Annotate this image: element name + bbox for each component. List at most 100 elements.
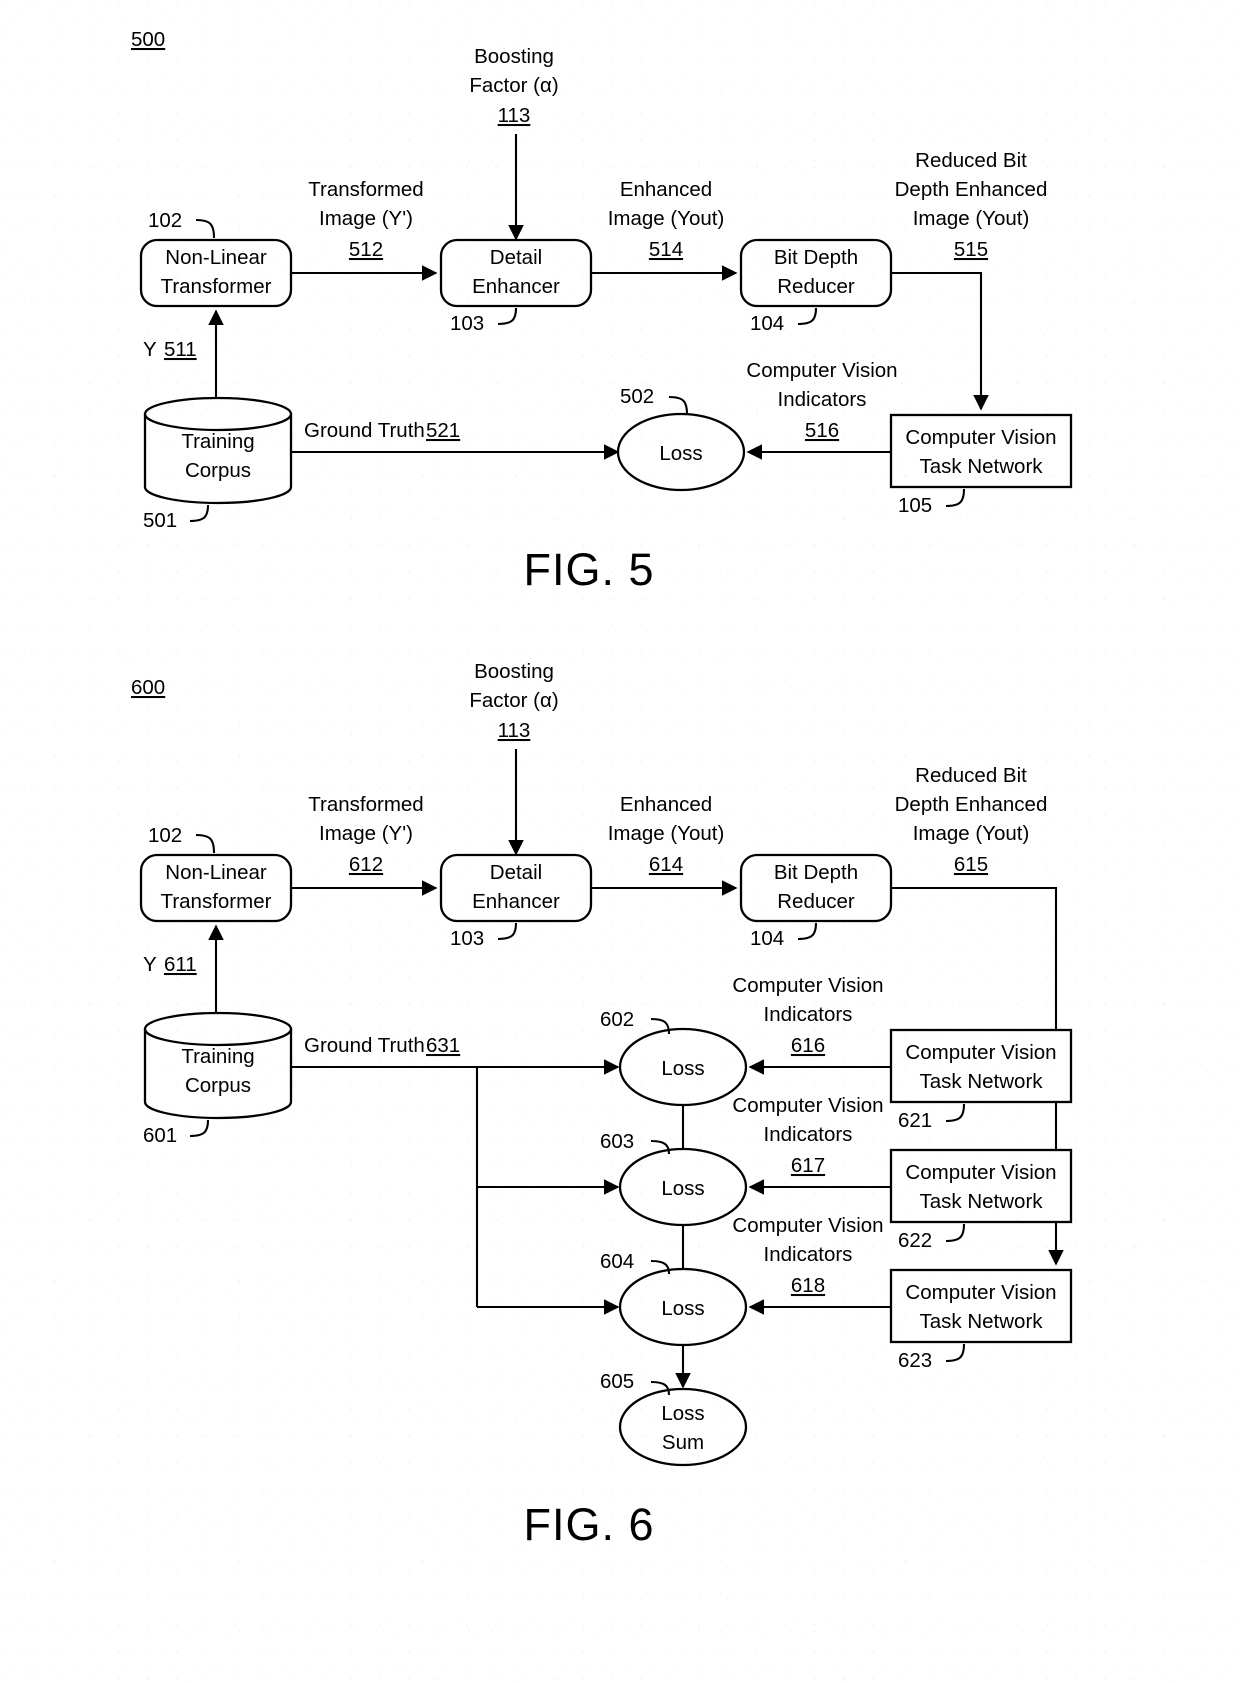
training-corpus-label-line1-fig6: Training <box>181 1045 254 1068</box>
detail-enhancer-ref-fig6: 103 <box>450 927 484 950</box>
loss-sum-label-line1-fig6: Loss <box>661 1402 704 1425</box>
boosting-factor-label-line2: Factor (α) <box>469 74 558 97</box>
detail-enhancer-label-line2: Enhancer <box>472 275 560 298</box>
cv-indicators-ref: 516 <box>805 419 839 442</box>
boosting-factor-label-line1: Boosting <box>474 45 554 68</box>
transformed-image-ref-fig6: 612 <box>349 853 383 876</box>
training-corpus-label-line1: Training <box>181 430 254 453</box>
detail-enhancer-label-line1-fig6: Detail <box>490 861 542 884</box>
transformed-image-ref: 512 <box>349 238 383 261</box>
loss-node-1-ref-fig6: 602 <box>600 1008 634 1031</box>
cv-task-network-3-label-line2-fig6: Task Network <box>919 1310 1043 1333</box>
loss-sum-ref-fig6: 605 <box>600 1370 634 1393</box>
loss-sum-label-line2-fig6: Sum <box>662 1431 704 1454</box>
ground-truth-ref-fig6: 631 <box>426 1034 460 1057</box>
reduced-bit-depth-label-line3-fig6: Image (Yout) <box>913 822 1030 845</box>
loss-node-leader <box>668 395 689 415</box>
boosting-factor-label-line2-fig6: Factor (α) <box>469 689 558 712</box>
enhanced-image-ref: 514 <box>649 238 683 261</box>
figure-500-ref: 500 <box>131 28 165 51</box>
boosting-factor-label-line1-fig6: Boosting <box>474 660 554 683</box>
cv-indicators-3-ref-fig6: 618 <box>791 1274 825 1297</box>
ground-truth-ref: 521 <box>426 419 460 442</box>
transformed-image-label-line1-fig6: Transformed <box>308 793 423 816</box>
cv-task-network-label-line1: Computer Vision <box>905 426 1056 449</box>
loss-node-label: Loss <box>659 442 702 465</box>
detail-enhancer-leader-fig6 <box>497 922 518 941</box>
cv-task-network-2-label-line2-fig6: Task Network <box>919 1190 1043 1213</box>
detail-enhancer-label-line1: Detail <box>490 246 542 269</box>
nonlinear-transformer-leader <box>195 218 216 239</box>
transformed-image-label-line2-fig6: Image (Y') <box>319 822 413 845</box>
cv-indicators-3-label-line1-fig6: Computer Vision <box>732 1214 883 1237</box>
enhanced-image-ref-fig6: 614 <box>649 853 683 876</box>
figure-500: 500 Boosting Factor (α) 113 Non-Linear T… <box>131 28 1073 595</box>
detail-enhancer-ref: 103 <box>450 312 484 335</box>
training-corpus-label-line2: Corpus <box>185 459 251 482</box>
loss-node-2-label-fig6: Loss <box>661 1177 704 1200</box>
cv-task-network-1-ref-fig6: 621 <box>898 1109 932 1132</box>
loss-node-3-ref-fig6: 604 <box>600 1250 634 1273</box>
boosting-factor-ref: 113 <box>498 104 531 127</box>
cv-indicators-1-ref-fig6: 616 <box>791 1034 825 1057</box>
cv-task-network-3-ref-fig6: 623 <box>898 1349 932 1372</box>
cv-task-network-label-line2: Task Network <box>919 455 1043 478</box>
cv-task-network-1-label-line2-fig6: Task Network <box>919 1070 1043 1093</box>
cv-task-network-2-label-line1-fig6: Computer Vision <box>905 1161 1056 1184</box>
y-signal-label: Y <box>143 338 157 361</box>
cv-task-network-leader <box>945 488 966 508</box>
nonlinear-transformer-label-line2: Transformer <box>161 275 272 298</box>
loss-node-2-ref-fig6: 603 <box>600 1130 634 1153</box>
enhanced-image-label-line2-fig6: Image (Yout) <box>608 822 725 845</box>
cv-indicators-1-label-line2-fig6: Indicators <box>764 1003 853 1026</box>
training-corpus-label-line2-fig6: Corpus <box>185 1074 251 1097</box>
bit-depth-reducer-ref-fig6: 104 <box>750 927 784 950</box>
nonlinear-transformer-label-line1: Non-Linear <box>165 246 267 269</box>
bit-depth-reducer-ref: 104 <box>750 312 784 335</box>
training-corpus-leader-fig6 <box>189 1119 210 1138</box>
cv-task-network-2-leader-fig6 <box>945 1223 966 1243</box>
reduced-bit-depth-ref: 515 <box>954 238 988 261</box>
enhanced-image-label-line1-fig6: Enhanced <box>620 793 712 816</box>
reduced-bit-depth-label-line1: Reduced Bit <box>915 149 1027 172</box>
detail-enhancer-leader <box>497 307 518 326</box>
reduced-bit-depth-label-line1-fig6: Reduced Bit <box>915 764 1027 787</box>
cv-task-network-3-leader-fig6 <box>945 1343 966 1363</box>
figure-500-caption: FIG. 5 <box>523 544 654 595</box>
cv-indicators-2-ref-fig6: 617 <box>791 1154 825 1177</box>
reduced-bit-depth-ref-fig6: 615 <box>954 853 988 876</box>
reduced-bit-depth-label-line2-fig6: Depth Enhanced <box>895 793 1048 816</box>
figure-600: 600 Boosting Factor (α) 113 Non-Linear T… <box>131 660 1073 1550</box>
y-signal-ref-fig6: 611 <box>164 953 197 976</box>
figure-600-caption: FIG. 6 <box>523 1499 654 1550</box>
cv-indicators-label-line1: Computer Vision <box>746 359 897 382</box>
cv-task-network-ref: 105 <box>898 494 932 517</box>
enhanced-image-label-line2: Image (Yout) <box>608 207 725 230</box>
reduced-bit-depth-label-line2: Depth Enhanced <box>895 178 1048 201</box>
cv-indicators-2-label-line2-fig6: Indicators <box>764 1123 853 1146</box>
nonlinear-transformer-label-line1-fig6: Non-Linear <box>165 861 267 884</box>
bit-depth-reducer-label-line2-fig6: Reducer <box>777 890 855 913</box>
cv-indicators-3-label-line2-fig6: Indicators <box>764 1243 853 1266</box>
cv-indicators-2-label-line1-fig6: Computer Vision <box>732 1094 883 1117</box>
bit-depth-reducer-label-line2: Reducer <box>777 275 855 298</box>
loss-node-ref: 502 <box>620 385 654 408</box>
bit-depth-reducer-label-line1: Bit Depth <box>774 246 858 269</box>
patent-figure-sheet: 500 Boosting Factor (α) 113 Non-Linear T… <box>131 28 1073 1550</box>
reduced-bit-depth-label-line3: Image (Yout) <box>913 207 1030 230</box>
reduced-bit-depth-arrow <box>892 271 989 411</box>
cv-indicators-1-label-line1-fig6: Computer Vision <box>732 974 883 997</box>
nonlinear-transformer-ref: 102 <box>148 209 182 232</box>
nonlinear-transformer-leader-fig6 <box>195 833 216 854</box>
cv-task-network-2-ref-fig6: 622 <box>898 1229 932 1252</box>
nonlinear-transformer-ref-fig6: 102 <box>148 824 182 847</box>
y-signal-label-fig6: Y <box>143 953 157 976</box>
training-corpus-ref-fig6: 601 <box>143 1124 177 1147</box>
cv-task-network-3-label-line1-fig6: Computer Vision <box>905 1281 1056 1304</box>
training-corpus-ref: 501 <box>143 509 177 532</box>
y-signal-ref: 511 <box>164 338 197 361</box>
nonlinear-transformer-label-line2-fig6: Transformer <box>161 890 272 913</box>
ground-truth-label: Ground Truth <box>304 419 425 442</box>
bit-depth-reducer-label-line1-fig6: Bit Depth <box>774 861 858 884</box>
bit-depth-reducer-leader-fig6 <box>797 922 818 941</box>
